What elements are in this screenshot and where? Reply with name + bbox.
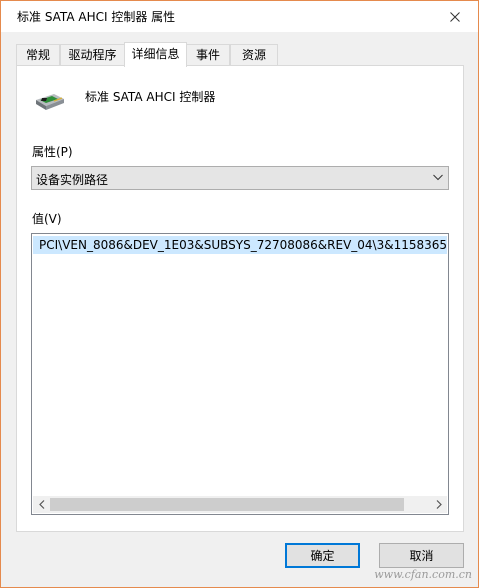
value-list[interactable]: PCI\VEN_8086&DEV_1E03&SUBSYS_72708086&RE… bbox=[31, 233, 449, 515]
property-label: 属性(P) bbox=[32, 145, 73, 159]
cancel-button[interactable]: 取消 bbox=[379, 543, 464, 568]
property-dropdown-value: 设备实例路径 bbox=[36, 173, 109, 187]
chevron-down-icon bbox=[433, 174, 443, 181]
value-label: 值(V) bbox=[32, 212, 62, 226]
scroll-right-button[interactable] bbox=[430, 496, 447, 513]
storage-controller-icon bbox=[36, 94, 64, 110]
title-bar[interactable]: 标准 SATA AHCI 控制器 属性 bbox=[1, 1, 478, 32]
window-title: 标准 SATA AHCI 控制器 属性 bbox=[17, 10, 176, 24]
list-item[interactable]: PCI\VEN_8086&DEV_1E03&SUBSYS_72708086&RE… bbox=[33, 236, 447, 254]
details-panel: 标准 SATA AHCI 控制器 属性(P) 设备实例路径 值(V) PCI\V… bbox=[16, 65, 464, 532]
tab-driver[interactable]: 驱动程序 bbox=[60, 44, 125, 66]
property-dropdown[interactable]: 设备实例路径 bbox=[31, 166, 449, 190]
chevron-left-icon bbox=[38, 500, 44, 509]
tab-details[interactable]: 详细信息 bbox=[124, 42, 187, 67]
scrollbar-thumb[interactable] bbox=[50, 498, 404, 511]
tab-resources[interactable]: 资源 bbox=[230, 44, 278, 66]
scroll-left-button[interactable] bbox=[33, 496, 50, 513]
close-icon bbox=[450, 11, 460, 22]
watermark: www.cfan.com.cn bbox=[374, 568, 472, 581]
horizontal-scrollbar[interactable] bbox=[33, 496, 447, 513]
tab-general[interactable]: 常规 bbox=[16, 44, 60, 66]
ok-button[interactable]: 确定 bbox=[285, 543, 360, 568]
properties-dialog: 标准 SATA AHCI 控制器 属性 常规 驱动程序 详细信息 事件 资源 标… bbox=[0, 0, 479, 588]
close-button[interactable] bbox=[432, 1, 478, 32]
chevron-right-icon bbox=[436, 500, 442, 509]
tab-events[interactable]: 事件 bbox=[186, 44, 230, 66]
device-name: 标准 SATA AHCI 控制器 bbox=[85, 90, 216, 104]
